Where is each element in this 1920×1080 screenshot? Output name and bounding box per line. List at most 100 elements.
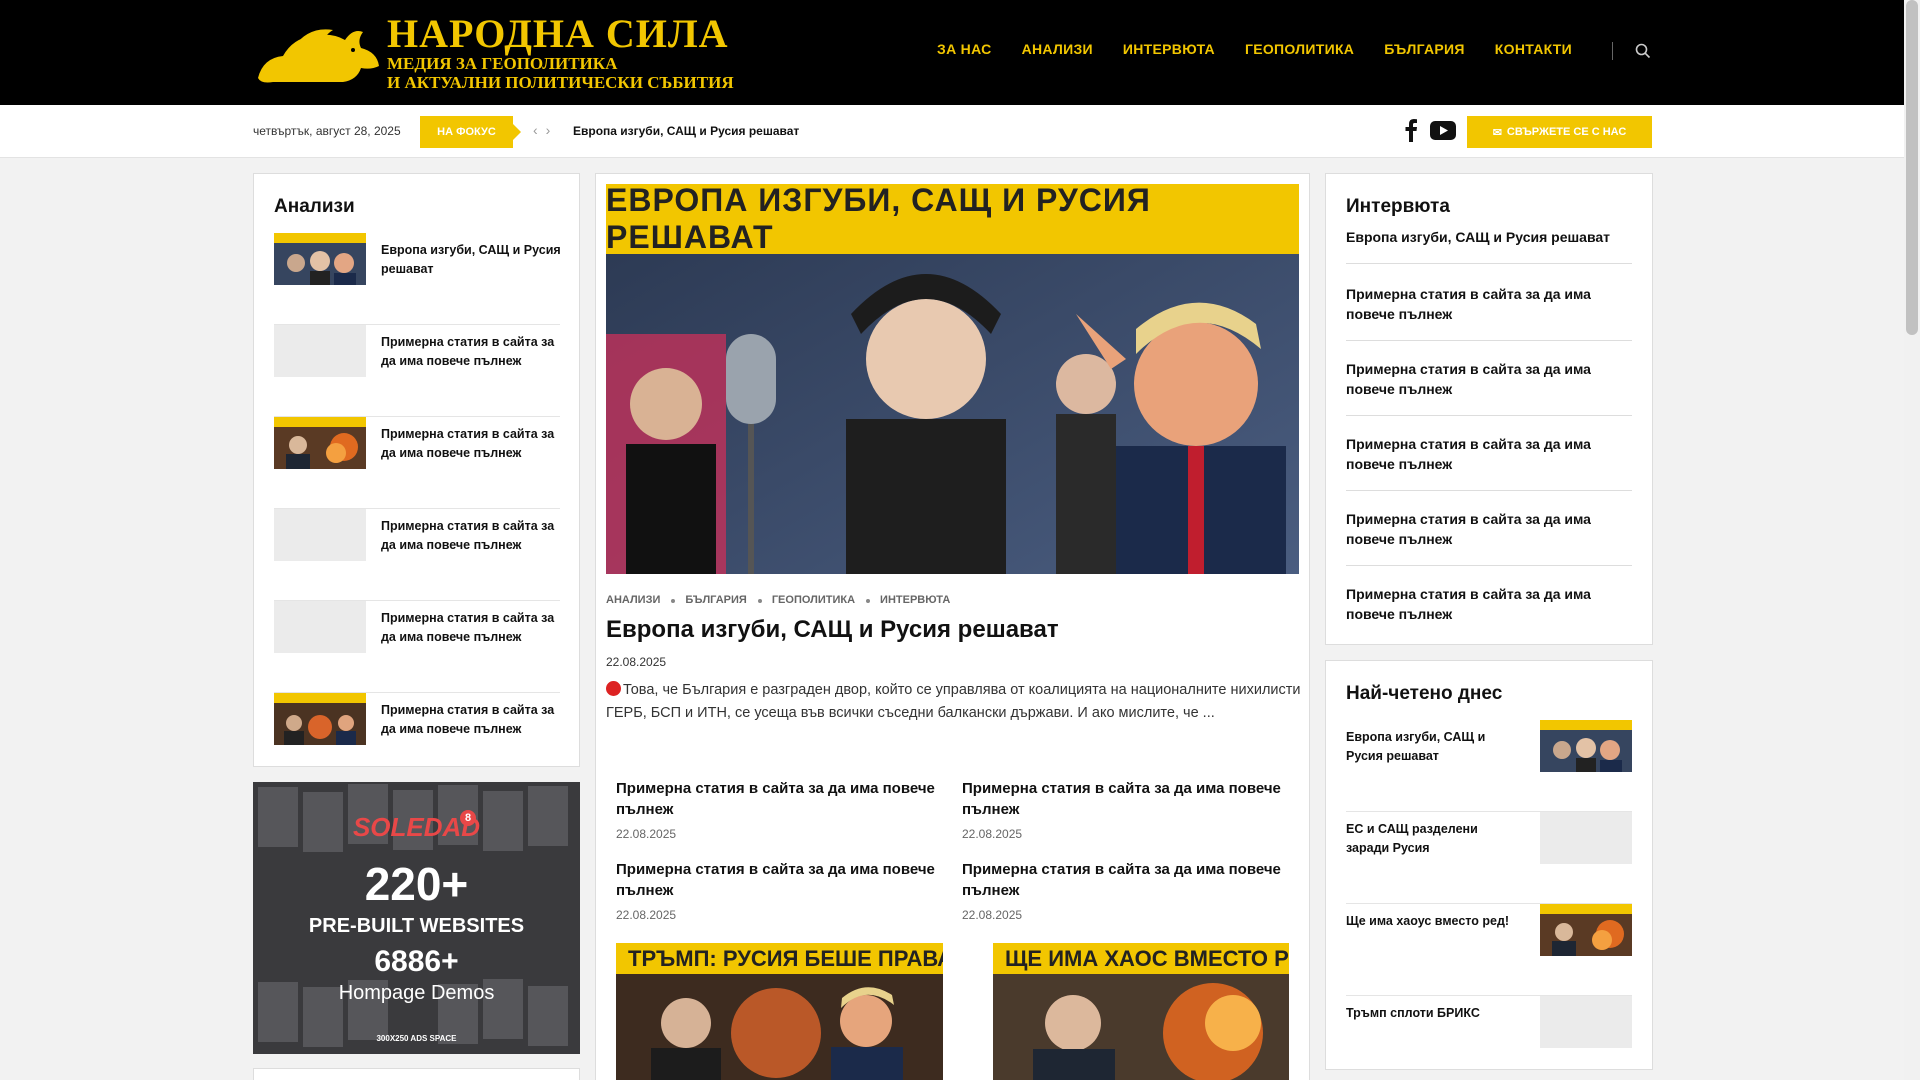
red-circle-icon xyxy=(606,681,621,696)
list-item[interactable]: Примерна статия в сайта за да има повече… xyxy=(274,509,560,601)
category-link[interactable]: ГЕОПОЛИТИКА xyxy=(772,594,871,606)
scrollbar-thumb[interactable] xyxy=(1906,0,1918,335)
nav-item-bulgaria[interactable]: БЪЛГАРИЯ xyxy=(1384,41,1465,57)
article-thumbnail[interactable] xyxy=(274,601,366,653)
popular-today-widget: Най-четено днес Европа изгуби, САЩ и Рус… xyxy=(1325,660,1653,1070)
grid-article[interactable]: Примерна статия в сайта за да има повече… xyxy=(616,778,946,841)
grid-article-title[interactable]: Примерна статия в сайта за да има повече… xyxy=(616,859,946,901)
nav-item-interviews[interactable]: ИНТЕРВЮТА xyxy=(1123,41,1215,57)
list-item[interactable]: Примерна статия в сайта за да има повече… xyxy=(274,693,560,785)
article-thumbnail[interactable] xyxy=(274,233,366,285)
article-thumbnail[interactable] xyxy=(274,509,366,561)
grid-article-title[interactable]: Примерна статия в сайта за да има повече… xyxy=(616,778,946,820)
facebook-icon[interactable] xyxy=(1404,118,1418,142)
nav-item-geopolitics[interactable]: ГЕОПОЛИТИКА xyxy=(1245,41,1354,57)
article-thumbnail[interactable] xyxy=(1540,812,1632,864)
advertisement-banner[interactable]: SOLEDAD 8 220+ PRE-BUILT WEBSITES 6886+ … xyxy=(253,782,580,1054)
grid-article[interactable]: Примерна статия в сайта за да има повече… xyxy=(962,859,1292,922)
list-item[interactable]: Примерна статия в сайта за да има повече… xyxy=(1346,509,1632,566)
ad-headline-2: 6886+ xyxy=(374,945,459,978)
article-title[interactable]: Примерна статия в сайта за да има повече… xyxy=(381,609,561,647)
youtube-icon[interactable] xyxy=(1430,121,1456,140)
article-title[interactable]: Европа изгуби, САЩ и Русия решават xyxy=(606,616,1059,644)
list-item[interactable]: Европа изгуби, САЩ и Русия решават xyxy=(1346,720,1632,812)
ticker-arrows: ‹› xyxy=(533,122,558,138)
article-title[interactable]: Тръмп сплоти БРИКС xyxy=(1346,1004,1516,1023)
article-thumbnail[interactable] xyxy=(274,325,366,377)
article-title[interactable]: Ще има хаоус вместо ред! xyxy=(1346,912,1516,931)
article-title[interactable]: Примерна статия в сайта за да има повече… xyxy=(381,701,561,739)
list-item[interactable]: Европа изгуби, САЩ и Русия решават xyxy=(1346,227,1632,264)
lion-logo-icon xyxy=(258,29,379,83)
article-thumbnail-chaos[interactable]: ЩЕ ИМА ХАОС ВМЕСТО РЕ xyxy=(993,943,1289,1080)
article-title[interactable]: ЕС и САЩ разделени заради Русия xyxy=(1346,820,1516,858)
ticker-prev-icon[interactable]: ‹ xyxy=(533,122,546,138)
list-item[interactable]: Примерна статия в сайта за да има повече… xyxy=(1346,434,1632,491)
article-date: 22.08.2025 xyxy=(606,655,667,669)
grid-article-date: 22.08.2025 xyxy=(962,827,1023,841)
list-item[interactable]: ЕС и САЩ разделени заради Русия xyxy=(1346,812,1632,904)
grid-article-date: 22.08.2025 xyxy=(616,827,677,841)
contact-button-label: СВЪРЖЕТЕ СЕ С НАС xyxy=(1506,126,1627,138)
article-excerpt: Това, че България е разграден двор, койт… xyxy=(606,679,1301,725)
logo-subtitle-2: И АКТУАЛНИ ПОЛИТИЧЕСКИ СЪБИТИЯ xyxy=(387,73,734,92)
focus-label: НА ФОКУС xyxy=(420,116,521,148)
list-item[interactable]: Тръмп сплоти БРИКС xyxy=(1346,996,1632,1080)
site-logo[interactable]: НАРОДНА СИЛА МЕДИЯ ЗА ГЕОПОЛИТИКА И АКТУ… xyxy=(253,11,735,92)
list-item[interactable]: Примерна статия в сайта за да има повече… xyxy=(274,325,560,417)
list-item[interactable]: Примерна статия в сайта за да има повече… xyxy=(1346,284,1632,341)
excerpt-text: Това, че България е разграден двор, койт… xyxy=(606,682,1301,721)
main-article: ЕВРОПА ИЗГУБИ, САЩ И РУСИЯ РЕШАВАТ АНАЛИ… xyxy=(595,173,1310,1080)
site-header: НАРОДНА СИЛА МЕДИЯ ЗА ГЕОПОЛИТИКА И АКТУ… xyxy=(0,0,1904,105)
list-item[interactable]: Европа изгуби, САЩ и Русия решават xyxy=(274,233,561,325)
article-thumbnail[interactable] xyxy=(274,417,366,469)
article-title[interactable]: Европа изгуби, САЩ и Русия решават xyxy=(381,241,561,279)
interviews-widget: Интервюта Европа изгуби, САЩ и Русия реш… xyxy=(1325,173,1653,645)
current-date: четвъртък, август 28, 2025 xyxy=(253,124,401,138)
thumbnail-banner: ТРЪМП: РУСИЯ БЕШЕ ПРАВА! xyxy=(616,943,943,974)
grid-article-title[interactable]: Примерна статия в сайта за да има повече… xyxy=(962,859,1292,901)
article-thumbnail[interactable] xyxy=(274,693,366,745)
nav-item-contacts[interactable]: КОНТАКТИ xyxy=(1495,41,1572,57)
category-link[interactable]: БЪЛГАРИЯ xyxy=(685,594,763,606)
analyses-widget: Анализи Европа изгуби, САЩ и Русия решав… xyxy=(253,173,580,767)
top-bar: четвъртък, август 28, 2025 НА ФОКУС ‹› Е… xyxy=(0,105,1904,158)
list-item[interactable]: Примерна статия в сайта за да има повече… xyxy=(1346,359,1632,416)
featured-image[interactable]: ЕВРОПА ИЗГУБИ, САЩ И РУСИЯ РЕШАВАТ xyxy=(606,184,1299,574)
ticker-next-icon[interactable]: › xyxy=(546,122,559,138)
ad-brand: SOLEDAD xyxy=(352,812,481,842)
contact-button[interactable]: ✉ СВЪРЖЕТЕ СЕ С НАС xyxy=(1467,116,1652,148)
logo-title: НАРОДНА СИЛА xyxy=(387,11,729,56)
article-thumbnail[interactable] xyxy=(1540,996,1632,1048)
ad-subheadline-2: Hompage Demos xyxy=(338,982,495,1004)
list-item[interactable]: Ще има хаоус вместо ред! xyxy=(1346,904,1632,996)
search-icon[interactable] xyxy=(1634,42,1652,60)
grid-article[interactable]: Примерна статия в сайта за да има повече… xyxy=(962,778,1292,841)
list-item[interactable]: Примерна статия в сайта за да има повече… xyxy=(274,601,560,693)
widget-title: Най-четено днес xyxy=(1346,683,1503,704)
article-title[interactable]: Европа изгуби, САЩ и Русия решават xyxy=(1346,728,1516,766)
grid-article-title[interactable]: Примерна статия в сайта за да има повече… xyxy=(962,778,1292,820)
category-list: АНАЛИЗИ БЪЛГАРИЯ ГЕОПОЛИТИКА ИНТЕРВЮТА xyxy=(606,594,950,606)
grid-article[interactable]: Примерна статия в сайта за да има повече… xyxy=(616,859,946,922)
category-link[interactable]: АНАЛИЗИ xyxy=(606,594,676,606)
article-thumbnail[interactable] xyxy=(1540,720,1632,772)
article-thumbnail[interactable] xyxy=(1540,904,1632,956)
list-item[interactable]: Примерна статия в сайта за да има повече… xyxy=(1346,584,1632,641)
list-item[interactable]: Примерна статия в сайта за да има повече… xyxy=(274,417,560,509)
nav-divider xyxy=(1612,42,1613,60)
ad-headline: 220+ xyxy=(364,858,469,910)
category-link[interactable]: ИНТЕРВЮТА xyxy=(880,594,950,606)
widget-title: Интервюта xyxy=(1346,196,1450,217)
article-title[interactable]: Примерна статия в сайта за да има повече… xyxy=(381,425,561,463)
nav-item-about[interactable]: ЗА НАС xyxy=(937,41,992,57)
ticker-headline[interactable]: Европа изгуби, САЩ и Русия решават xyxy=(573,124,799,138)
article-title[interactable]: Примерна статия в сайта за да има повече… xyxy=(381,517,561,555)
nav-item-analyses[interactable]: АНАЛИЗИ xyxy=(1022,41,1093,57)
ad-subheadline: PRE-BUILT WEBSITES xyxy=(308,915,525,937)
thumbnail-banner: ЩЕ ИМА ХАОС ВМЕСТО РЕ xyxy=(993,943,1289,974)
logo-subtitle-1: МЕДИЯ ЗА ГЕОПОЛИТИКА xyxy=(387,54,618,73)
article-thumbnail-trump[interactable]: ТРЪМП: РУСИЯ БЕШЕ ПРАВА! xyxy=(616,943,943,1080)
article-title[interactable]: Примерна статия в сайта за да има повече… xyxy=(381,333,561,371)
grid-article-date: 22.08.2025 xyxy=(962,908,1023,922)
